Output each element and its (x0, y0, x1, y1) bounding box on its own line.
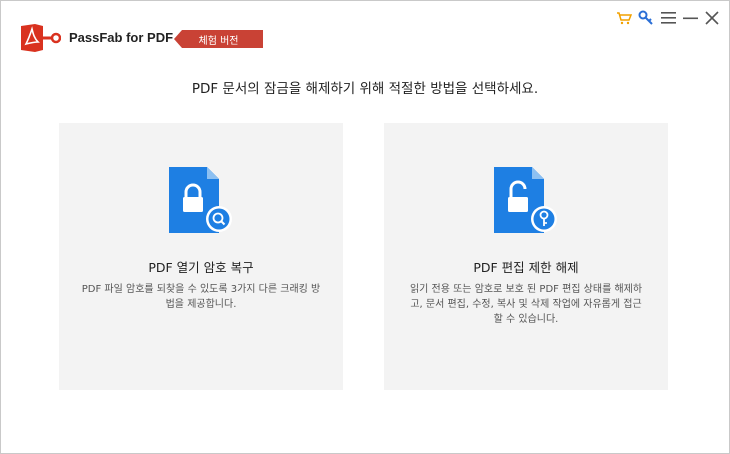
recover-open-password-card[interactable]: PDF 열기 암호 복구 PDF 파일 암호를 되찾을 수 있도록 3가지 다른… (59, 123, 343, 390)
app-window: PassFab for PDF 체험 버전 PDF 문서의 잠금을 해제하기 위… (0, 0, 730, 454)
window-controls (615, 9, 721, 27)
trial-version-badge[interactable]: 체험 버전 (174, 29, 263, 49)
passfab-logo (21, 24, 62, 52)
card-title: PDF 열기 암호 복구 (148, 260, 254, 275)
key-icon[interactable] (637, 9, 655, 27)
card-description: 읽기 전용 또는 암호로 보호 된 PDF 편집 상태를 해제하고, 문서 편집… (409, 284, 643, 325)
unlocked-document-key-icon (492, 167, 562, 239)
trial-badge-label: 체험 버전 (198, 36, 239, 47)
cart-icon[interactable] (615, 9, 633, 27)
instruction-text: PDF 문서의 잠금을 해제하기 위해 적절한 방법을 선택하세요. (191, 81, 539, 97)
menu-icon[interactable] (659, 9, 677, 27)
remove-edit-restriction-card[interactable]: PDF 편집 제한 해제 읽기 전용 또는 암호로 보호 된 PDF 편집 상태… (384, 123, 668, 390)
app-title: PassFab for PDF (69, 30, 174, 45)
card-title: PDF 편집 제한 해제 (473, 260, 579, 275)
minimize-icon[interactable] (681, 9, 699, 27)
card-description: PDF 파일 암호를 되찾을 수 있도록 3가지 다른 크래킹 방법을 제공합니… (81, 284, 321, 310)
locked-document-search-icon (167, 167, 237, 239)
close-icon[interactable] (703, 9, 721, 27)
